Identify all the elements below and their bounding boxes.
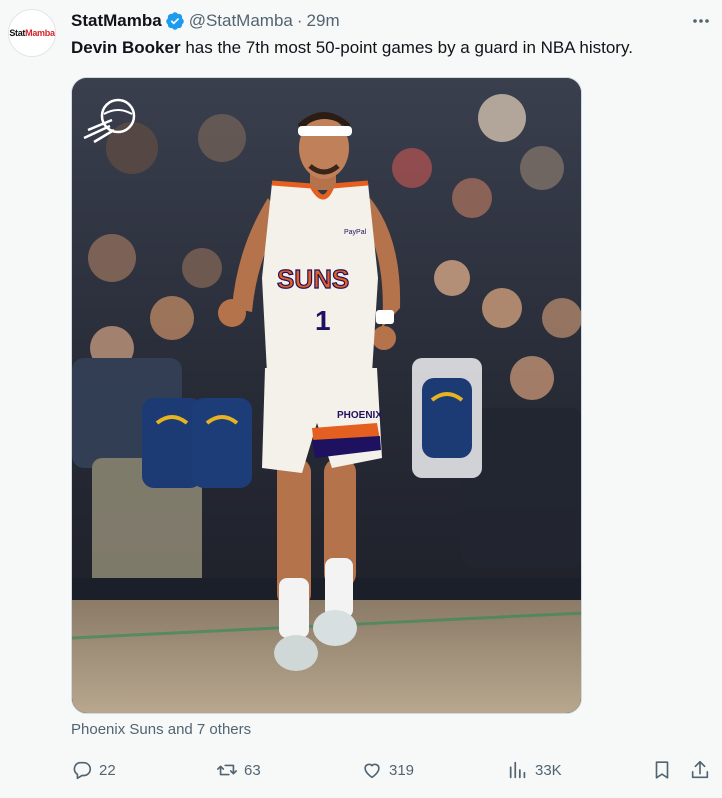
- avatar-logo: StatMamba: [9, 28, 55, 38]
- heart-icon: [364, 763, 380, 779]
- jersey-number: 1: [315, 305, 331, 336]
- reply-count: 22: [99, 761, 116, 779]
- tweet-text: Devin Booker has the 7th most 50-point g…: [71, 36, 711, 60]
- avatar-logo-text-a: Stat: [9, 28, 26, 38]
- like-button[interactable]: 319: [361, 758, 414, 782]
- avatar-logo-text-b: Mamba: [25, 28, 55, 38]
- retweet-icon: [217, 764, 237, 776]
- views-count: 33K: [535, 761, 562, 779]
- reply-button[interactable]: 22: [71, 758, 116, 782]
- action-bar: 22 63 319 33K: [71, 758, 711, 782]
- verified-badge-icon[interactable]: [165, 11, 185, 31]
- tweet-text-bold: Devin Booker: [71, 38, 181, 57]
- timestamp[interactable]: 29m: [307, 11, 340, 31]
- tweet-text-rest: has the 7th most 50-point games by a gua…: [180, 38, 633, 57]
- sponsor-text: PayPal: [344, 229, 367, 236]
- tweet-header: StatMamba @StatMamba · 29m: [71, 10, 340, 32]
- share-button[interactable]: [689, 758, 711, 782]
- retweet-count: 63: [244, 761, 261, 779]
- views-icon: [509, 761, 526, 779]
- retweet-button[interactable]: 63: [216, 758, 261, 782]
- more-options-icon[interactable]: [690, 10, 712, 32]
- separator-dot: ·: [296, 11, 303, 30]
- photo-illustration: PHOENIX SUNS 1 PayPal: [72, 78, 581, 713]
- reply-icon: [73, 761, 92, 780]
- shorts-text: PHOENIX: [337, 410, 382, 421]
- display-name[interactable]: StatMamba: [71, 11, 162, 31]
- share-icon: [691, 760, 709, 779]
- bookmark-icon: [655, 761, 669, 779]
- handle[interactable]: @StatMamba: [189, 11, 293, 31]
- tagged-users[interactable]: Phoenix Suns and 7 others: [71, 721, 251, 738]
- tweet-photo[interactable]: PHOENIX SUNS 1 PayPal: [71, 77, 582, 714]
- jersey-text: SUNS: [277, 264, 349, 294]
- like-count: 319: [389, 761, 415, 779]
- bookmark-button[interactable]: [651, 758, 673, 782]
- avatar[interactable]: StatMamba: [8, 9, 56, 57]
- tweet-card[interactable]: StatMamba StatMamba @StatMamba · 29m Dev…: [0, 0, 722, 798]
- views-button[interactable]: 33K: [507, 758, 562, 782]
